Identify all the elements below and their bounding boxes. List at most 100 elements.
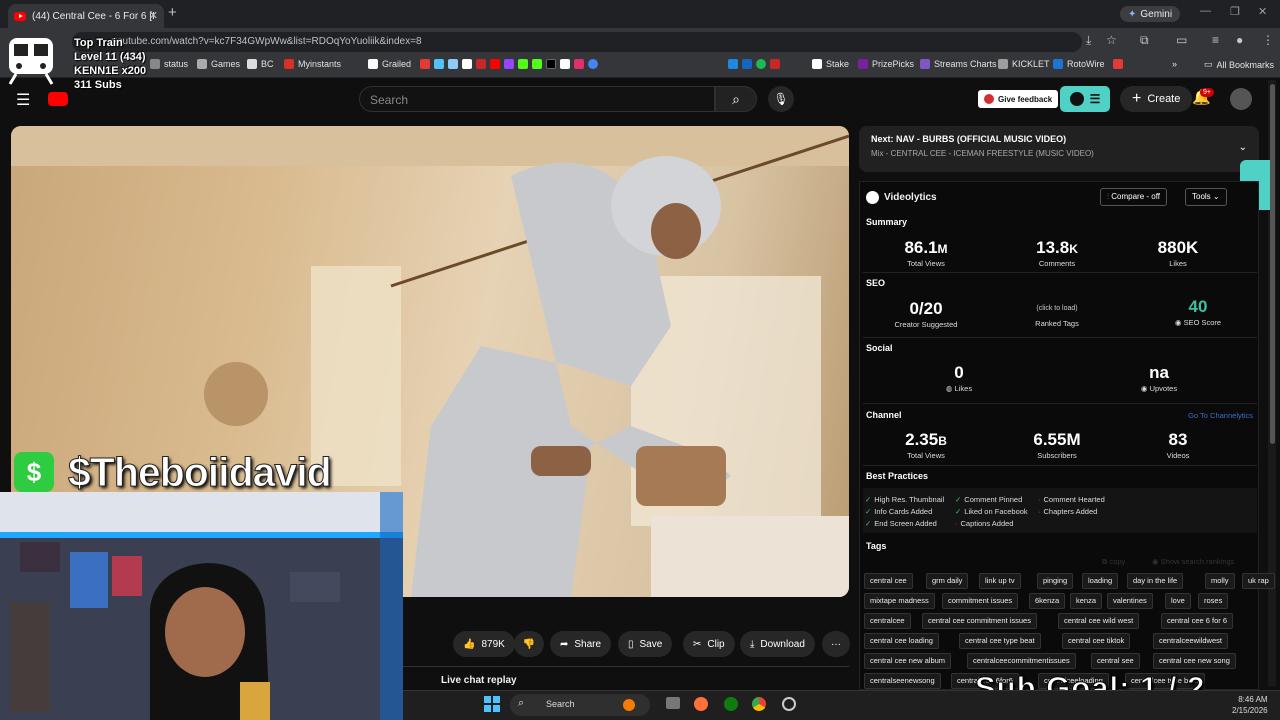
- all-bookmarks[interactable]: ▭ All Bookmarks: [1204, 59, 1274, 70]
- bookmark-item[interactable]: Stake: [812, 59, 849, 69]
- chrome-icon[interactable]: [752, 697, 766, 711]
- new-tab-button[interactable]: +: [168, 4, 177, 21]
- bookmark-item[interactable]: Games: [197, 59, 240, 69]
- bookmark-icon[interactable]: [434, 59, 444, 69]
- compare-toggle[interactable]: ⫶ Compare - off: [1100, 188, 1167, 206]
- create-button[interactable]: + Create: [1120, 86, 1193, 112]
- bookmark-icon[interactable]: [490, 59, 500, 69]
- sidepanel-icon[interactable]: ▭: [1176, 33, 1187, 47]
- windows-start-icon[interactable]: [484, 696, 500, 712]
- bookmark-item[interactable]: [1113, 59, 1123, 69]
- tag-chip[interactable]: central cee new album: [864, 653, 952, 669]
- tag-chip[interactable]: loading: [1082, 573, 1119, 589]
- tag-chip[interactable]: grm daily: [926, 573, 969, 589]
- bookmark-item[interactable]: Myinstants: [284, 59, 341, 69]
- tag-chip[interactable]: pinging: [1037, 573, 1074, 589]
- tag-chip[interactable]: mixtape madness: [864, 593, 935, 609]
- channelytics-link[interactable]: Go To Channelytics: [1188, 411, 1253, 420]
- bookmark-item[interactable]: BC: [247, 59, 274, 69]
- bookmark-icon[interactable]: [448, 59, 458, 69]
- tag-chip[interactable]: uk rap: [1242, 573, 1275, 589]
- more-bookmarks-icon[interactable]: »: [1172, 59, 1177, 69]
- avatar[interactable]: [1230, 88, 1252, 110]
- google-icon[interactable]: [588, 59, 598, 69]
- minimize-button[interactable]: —: [1200, 5, 1211, 17]
- tag-chip[interactable]: centralceecommitmentissues: [967, 653, 1076, 669]
- tag-chip[interactable]: link up tv: [979, 573, 1021, 589]
- close-icon[interactable]: ✕: [149, 9, 158, 22]
- bookmark-icon[interactable]: [546, 59, 556, 69]
- tag-chip[interactable]: centralseenewsong: [864, 673, 941, 689]
- extensions-icon[interactable]: ⧉: [1140, 33, 1149, 48]
- bookmark-item[interactable]: Streams Charts: [920, 59, 997, 69]
- give-feedback-button[interactable]: Give feedback: [978, 90, 1059, 108]
- more-actions-button[interactable]: ···: [822, 631, 850, 657]
- bookmark-icon[interactable]: [532, 59, 542, 69]
- tag-chip[interactable]: central cee: [864, 573, 913, 589]
- tag-chip[interactable]: central cee 6 for 6: [1161, 613, 1234, 629]
- star-icon[interactable]: ☆: [1106, 33, 1117, 47]
- tag-chip[interactable]: roses: [1198, 593, 1229, 609]
- bookmark-icon[interactable]: [574, 59, 584, 69]
- tag-chip[interactable]: centralcee: [864, 613, 911, 629]
- tools-dropdown[interactable]: Tools ⌄: [1185, 188, 1227, 206]
- tag-chip[interactable]: 6kenza: [1029, 593, 1066, 609]
- search-input[interactable]: Search: [359, 86, 715, 112]
- tag-chip[interactable]: commitment issues: [942, 593, 1019, 609]
- tag-chip[interactable]: central cee wild west: [1058, 613, 1140, 629]
- tag-chip[interactable]: molly: [1205, 573, 1235, 589]
- bookmark-item[interactable]: KICKLET: [998, 59, 1050, 69]
- bookmark-item[interactable]: Grailed: [368, 59, 411, 69]
- tag-chip[interactable]: central see: [1091, 653, 1140, 669]
- tag-chip[interactable]: central cee tiktok: [1062, 633, 1131, 649]
- youtube-logo-icon[interactable]: [48, 92, 68, 106]
- obs-icon[interactable]: [782, 697, 796, 711]
- bookmark-icon[interactable]: [770, 59, 780, 69]
- tag-chip[interactable]: kenza: [1070, 593, 1103, 609]
- bookmark-icon[interactable]: [728, 59, 738, 69]
- next-video-card[interactable]: Next: NAV - BURBS (OFFICIAL MUSIC VIDEO)…: [859, 126, 1259, 172]
- download-button[interactable]: ⤓ Download: [740, 631, 815, 657]
- menu-dots-icon[interactable]: ⋮: [1262, 33, 1274, 47]
- browser-tab[interactable]: (44) Central Cee - 6 For 6 [I ✕: [8, 4, 164, 28]
- tag-chip[interactable]: central cee commitment issues: [922, 613, 1037, 629]
- tag-chip[interactable]: central cee type beat: [959, 633, 1041, 649]
- tubebuddy-menu-button[interactable]: ☰: [1060, 86, 1110, 112]
- bookmark-icon[interactable]: [462, 59, 472, 69]
- tag-chip[interactable]: love: [1165, 593, 1191, 609]
- maximize-button[interactable]: ❐: [1230, 5, 1240, 18]
- bookmark-item[interactable]: PrizePicks: [858, 59, 914, 69]
- xbox-icon[interactable]: [724, 697, 738, 711]
- address-bar[interactable]: youtube.com/watch?v=kc7F34GWpWw&list=RDO…: [72, 32, 1082, 52]
- taskbar-clock[interactable]: 8:46 AM 2/15/2026: [1232, 694, 1268, 716]
- close-window-button[interactable]: ✕: [1258, 5, 1267, 18]
- clip-button[interactable]: ✂ Clip: [683, 631, 735, 657]
- share-button[interactable]: ➦ Share: [550, 631, 612, 657]
- bookmark-item[interactable]: RotoWire: [1053, 59, 1105, 69]
- bookmark-icon[interactable]: [476, 59, 486, 69]
- task-view-icon[interactable]: [666, 697, 680, 709]
- like-button[interactable]: 👍 879K: [453, 631, 515, 657]
- install-icon[interactable]: ⤓: [1086, 33, 1091, 48]
- search-button[interactable]: ⌕: [715, 86, 757, 112]
- tag-chip[interactable]: central cee loading: [864, 633, 939, 649]
- media-icon[interactable]: ≡: [1212, 33, 1219, 47]
- tag-chip[interactable]: day in the life: [1127, 573, 1184, 589]
- hamburger-menu-icon[interactable]: ☰: [16, 90, 30, 110]
- bookmark-icon[interactable]: [504, 59, 514, 69]
- bookmark-icon[interactable]: [420, 59, 430, 69]
- copy-tags-button[interactable]: ⧉ copy: [1102, 557, 1125, 567]
- spotify-icon[interactable]: [756, 59, 766, 69]
- show-rankings-button[interactable]: ◉ Show search rankings: [1152, 557, 1234, 566]
- microphone-button[interactable]: 🎙: [768, 86, 794, 112]
- tag-chip[interactable]: centralceewildwest: [1153, 633, 1228, 649]
- save-button[interactable]: ▯ Save: [618, 631, 673, 657]
- chevron-down-icon[interactable]: ⌄: [1239, 142, 1247, 153]
- bookmark-icon[interactable]: [560, 59, 570, 69]
- dislike-button[interactable]: 👎: [514, 631, 544, 657]
- gemini-button[interactable]: ✦ Gemini: [1120, 6, 1181, 22]
- scrollbar-thumb[interactable]: [1270, 84, 1275, 444]
- bookmark-icon[interactable]: [518, 59, 528, 69]
- firefox-icon[interactable]: [694, 697, 708, 711]
- seo-ranked-tags[interactable]: (click to load) Ranked Tags: [1002, 305, 1112, 328]
